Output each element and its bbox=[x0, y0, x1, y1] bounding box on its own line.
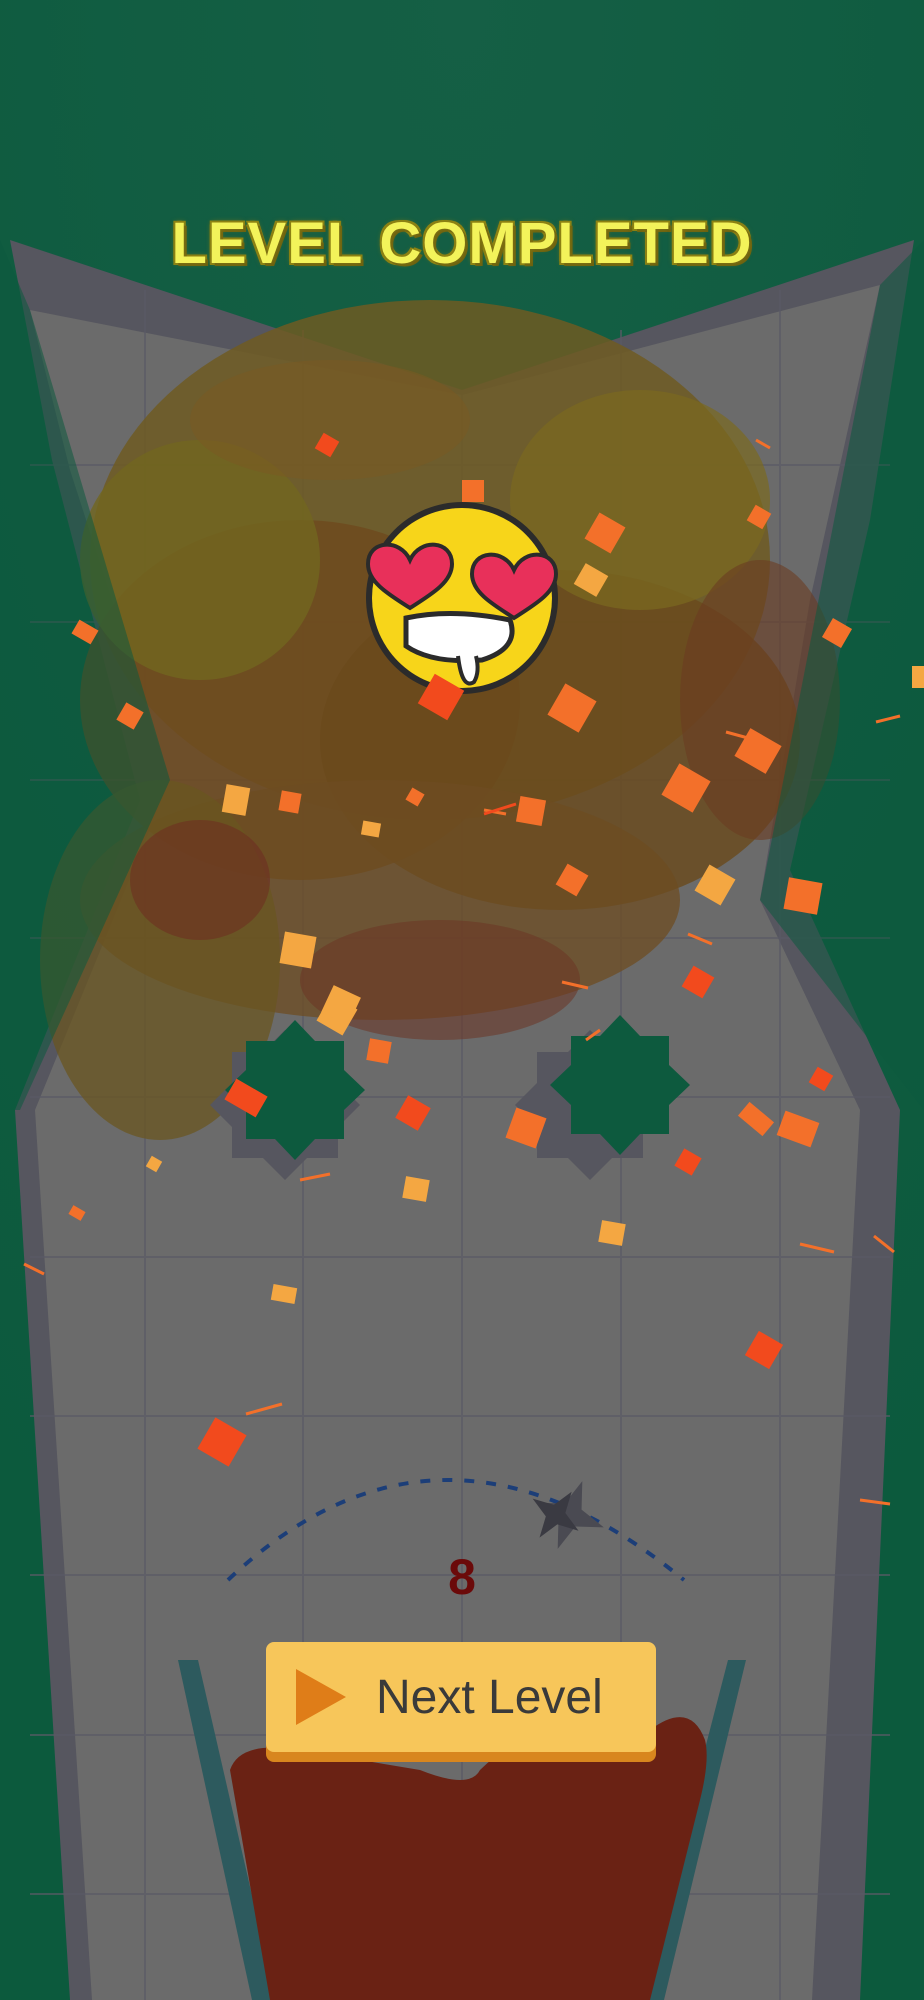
level-completed-title: LEVEL COMPLETED bbox=[171, 211, 753, 276]
next-level-label: Next Level bbox=[376, 1670, 603, 1724]
next-level-button[interactable]: Next Level bbox=[266, 1642, 656, 1752]
play-icon bbox=[296, 1669, 346, 1725]
heart-eyes-face-icon bbox=[365, 502, 559, 694]
shots-counter: 8 bbox=[448, 1549, 476, 1605]
